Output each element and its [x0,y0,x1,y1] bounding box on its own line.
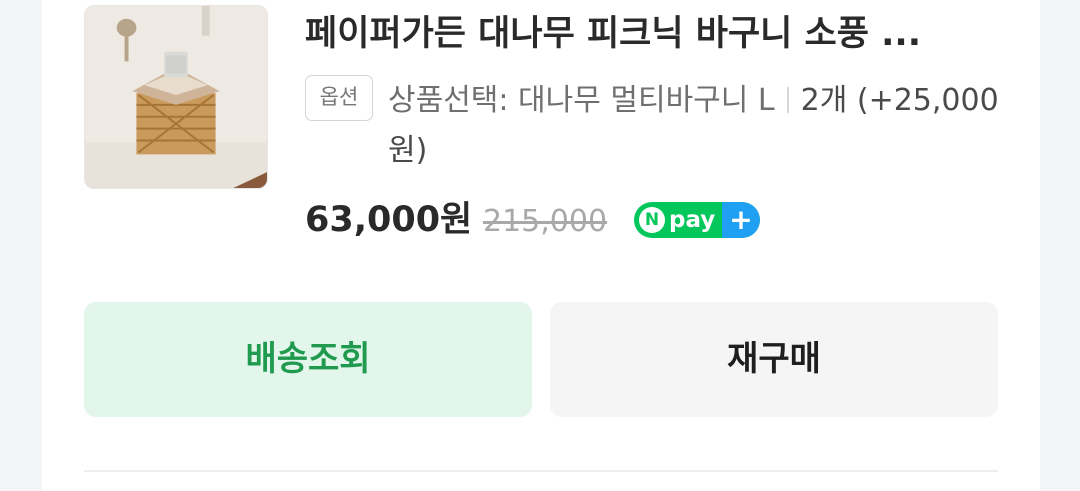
sale-price: 63,000원 [305,200,473,240]
npay-n-icon: N [639,207,665,233]
original-price: 215,000 [483,204,608,239]
track-delivery-button[interactable]: 배송조회 [84,302,532,417]
product-thumbnail[interactable] [84,5,268,189]
product-title[interactable]: 페이퍼가든 대나무 피크닉 바구니 소풍 ... [305,8,1005,60]
rebuy-button[interactable]: 재구매 [550,302,998,417]
option-badge: 옵션 [305,75,373,121]
npay-plus-badge: N pay + [634,202,760,238]
option-description: 상품선택: 대나무 멀티바구니 L 2개 (+25,000원) [388,76,1008,176]
divider [84,470,998,472]
plus-icon: + [722,202,760,238]
order-card: 페이퍼가든 대나무 피크닉 바구니 소풍 ... 옵션 상품선택: 대나무 멀티… [42,0,1040,491]
option-separator [786,87,789,113]
option-label: 상품선택: 대나무 멀티바구니 L [388,83,775,118]
bamboo-basket-photo [85,6,267,188]
npay-word: pay [669,207,716,233]
